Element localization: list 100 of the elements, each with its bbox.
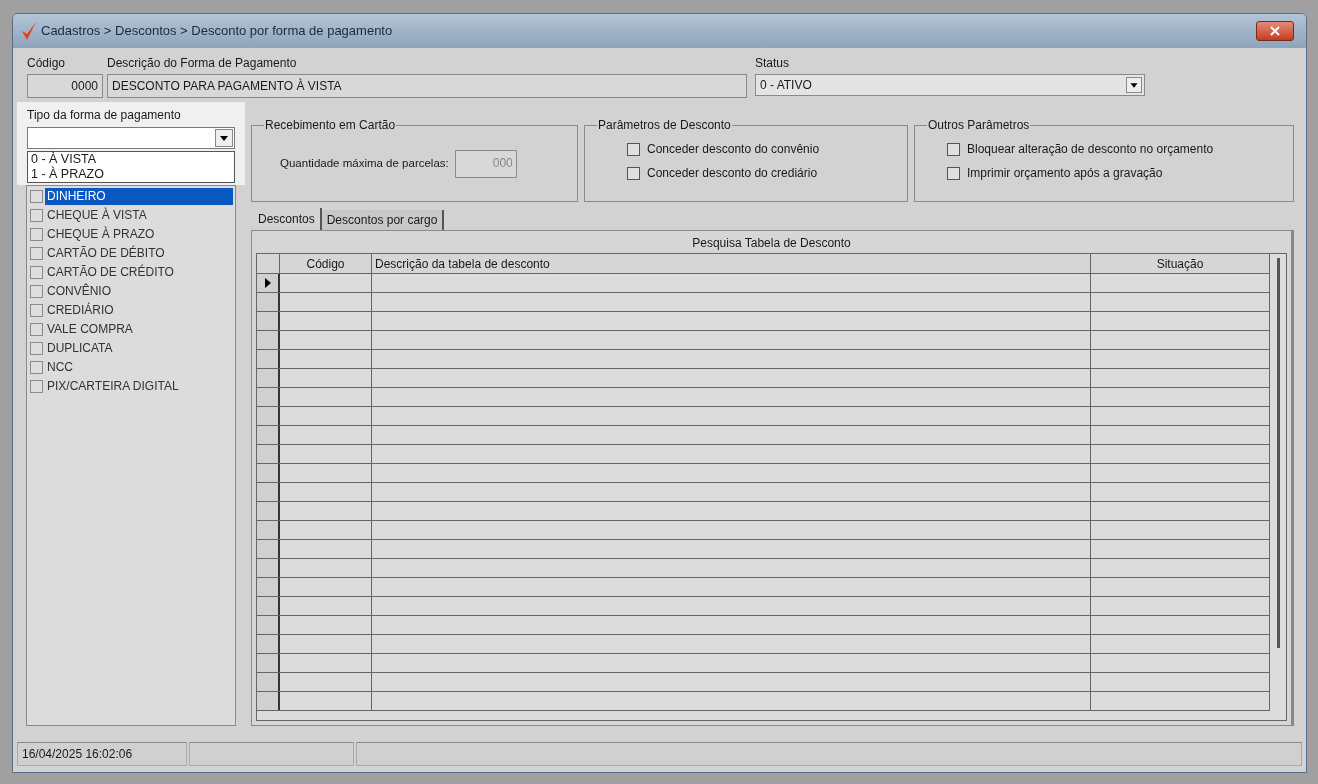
row-header-cell[interactable] — [257, 369, 280, 387]
table-row[interactable] — [257, 502, 1270, 521]
table-row[interactable] — [257, 635, 1270, 654]
status-label: Status — [755, 55, 791, 72]
table-row[interactable] — [257, 692, 1270, 711]
checkbox[interactable] — [30, 285, 43, 298]
table-row[interactable] — [257, 274, 1270, 293]
checkbox[interactable] — [30, 380, 43, 393]
list-item[interactable]: PIX/CARTEIRA DIGITAL — [45, 378, 181, 395]
table-row[interactable] — [257, 426, 1270, 445]
payment-type-dropdown[interactable] — [27, 127, 235, 149]
status-dropdown[interactable]: 0 - ATIVO — [755, 74, 1145, 96]
payment-type-label: Tipo da forma de pagamento — [27, 107, 182, 124]
checkbox[interactable] — [30, 266, 43, 279]
dropdown-option[interactable]: 0 - À VISTA — [28, 152, 234, 167]
description-field[interactable]: DESCONTO PARA PAGAMENTO À VISTA — [107, 74, 747, 98]
code-label: Código — [27, 55, 67, 72]
table-row[interactable] — [257, 331, 1270, 350]
table-row[interactable] — [257, 369, 1270, 388]
table-row[interactable] — [257, 540, 1270, 559]
row-header-cell[interactable] — [257, 597, 280, 615]
table-row[interactable] — [257, 312, 1270, 331]
table-row[interactable] — [257, 350, 1270, 369]
checkbox[interactable] — [30, 342, 43, 355]
list-item[interactable]: CONVÊNIO — [45, 283, 113, 300]
close-icon — [1270, 26, 1280, 36]
group-title: Parâmetros de Desconto — [597, 117, 732, 134]
row-header-cell[interactable] — [257, 502, 280, 520]
row-header-cell[interactable] — [257, 692, 280, 710]
row-header-cell[interactable] — [257, 654, 280, 672]
installments-label: Quantidade máxima de parcelas: — [280, 156, 449, 172]
row-header-cell[interactable] — [257, 616, 280, 634]
checkbox[interactable] — [30, 361, 43, 374]
checkbox[interactable] — [30, 228, 43, 241]
list-item[interactable]: CARTÃO DE CRÉDITO — [45, 264, 176, 281]
table-row[interactable] — [257, 464, 1270, 483]
table-row[interactable] — [257, 559, 1270, 578]
checkbox-label: Imprimir orçamento após a gravação — [967, 165, 1163, 182]
status-datetime: 16/04/2025 16:02:06 — [17, 742, 187, 766]
row-header-cell[interactable] — [257, 312, 280, 330]
list-item[interactable]: DINHEIRO — [45, 188, 233, 205]
checkbox[interactable] — [30, 247, 43, 260]
table-row[interactable] — [257, 483, 1270, 502]
row-header-cell[interactable] — [257, 578, 280, 596]
checkbox-label: Conceder desconto do convênio — [647, 141, 820, 158]
tab[interactable]: Descontos por cargo — [321, 210, 445, 230]
row-header-cell[interactable] — [257, 540, 280, 558]
list-item[interactable]: CREDIÁRIO — [45, 302, 116, 319]
column-header[interactable]: Código — [280, 254, 372, 273]
column-header[interactable]: Descrição da tabela de desconto — [372, 254, 1091, 273]
code-field[interactable]: 0000 — [27, 74, 103, 98]
table-row[interactable] — [257, 578, 1270, 597]
checkbox[interactable] — [30, 190, 43, 203]
group-title: Recebimento em Cartão — [264, 117, 397, 134]
list-item[interactable]: DUPLICATA — [45, 340, 115, 357]
checkbox[interactable] — [627, 166, 640, 180]
checkmark-logo-icon — [21, 21, 37, 41]
row-header-cell[interactable] — [257, 331, 280, 349]
checkbox-label: Bloquear alteração de desconto no orçamento — [967, 141, 1214, 158]
table-row[interactable] — [257, 673, 1270, 692]
group-title: Outros Parâmetros — [927, 117, 1031, 134]
row-header-cell[interactable] — [257, 445, 280, 463]
description-label: Descrição do Forma de Pagamento — [107, 55, 298, 72]
row-header-cell[interactable] — [257, 464, 280, 482]
row-header-cell[interactable] — [257, 673, 280, 691]
row-header-cell[interactable] — [257, 293, 280, 311]
table-row[interactable] — [257, 388, 1270, 407]
table-row[interactable] — [257, 445, 1270, 464]
list-item[interactable]: CHEQUE À PRAZO — [45, 226, 157, 243]
checkbox[interactable] — [30, 323, 43, 336]
checkbox[interactable] — [947, 166, 960, 180]
row-header-cell[interactable] — [257, 426, 280, 444]
row-header-cell[interactable] — [257, 388, 280, 406]
row-header-cell[interactable] — [257, 350, 280, 368]
checkbox[interactable] — [627, 142, 640, 156]
row-header-cell[interactable] — [257, 521, 280, 539]
list-item[interactable]: CHEQUE À VISTA — [45, 207, 149, 224]
row-header-cell[interactable] — [257, 407, 280, 425]
list-item[interactable]: NCC — [45, 359, 75, 376]
table-row[interactable] — [257, 293, 1270, 312]
window-title: Cadastros > Descontos > Desconto por forma de pagamento — [41, 22, 393, 41]
column-header[interactable]: Situação — [1091, 254, 1270, 273]
checkbox[interactable] — [30, 209, 43, 222]
current-row-icon — [264, 278, 271, 288]
table-row[interactable] — [257, 597, 1270, 616]
dropdown-option[interactable]: 1 - À PRAZO — [28, 167, 234, 182]
close-button[interactable] — [1256, 21, 1294, 41]
row-header-cell[interactable] — [257, 559, 280, 577]
row-header-cell[interactable] — [257, 274, 280, 292]
table-row[interactable] — [257, 521, 1270, 540]
list-item[interactable]: VALE COMPRA — [45, 321, 135, 338]
checkbox[interactable] — [30, 304, 43, 317]
row-header-cell[interactable] — [257, 635, 280, 653]
row-header-cell[interactable] — [257, 483, 280, 501]
table-row[interactable] — [257, 407, 1270, 426]
table-row[interactable] — [257, 654, 1270, 673]
list-item[interactable]: CARTÃO DE DÉBITO — [45, 245, 167, 262]
grid-title: Pesquisa Tabela de Desconto — [691, 235, 852, 252]
table-row[interactable] — [257, 616, 1270, 635]
checkbox[interactable] — [947, 142, 960, 156]
